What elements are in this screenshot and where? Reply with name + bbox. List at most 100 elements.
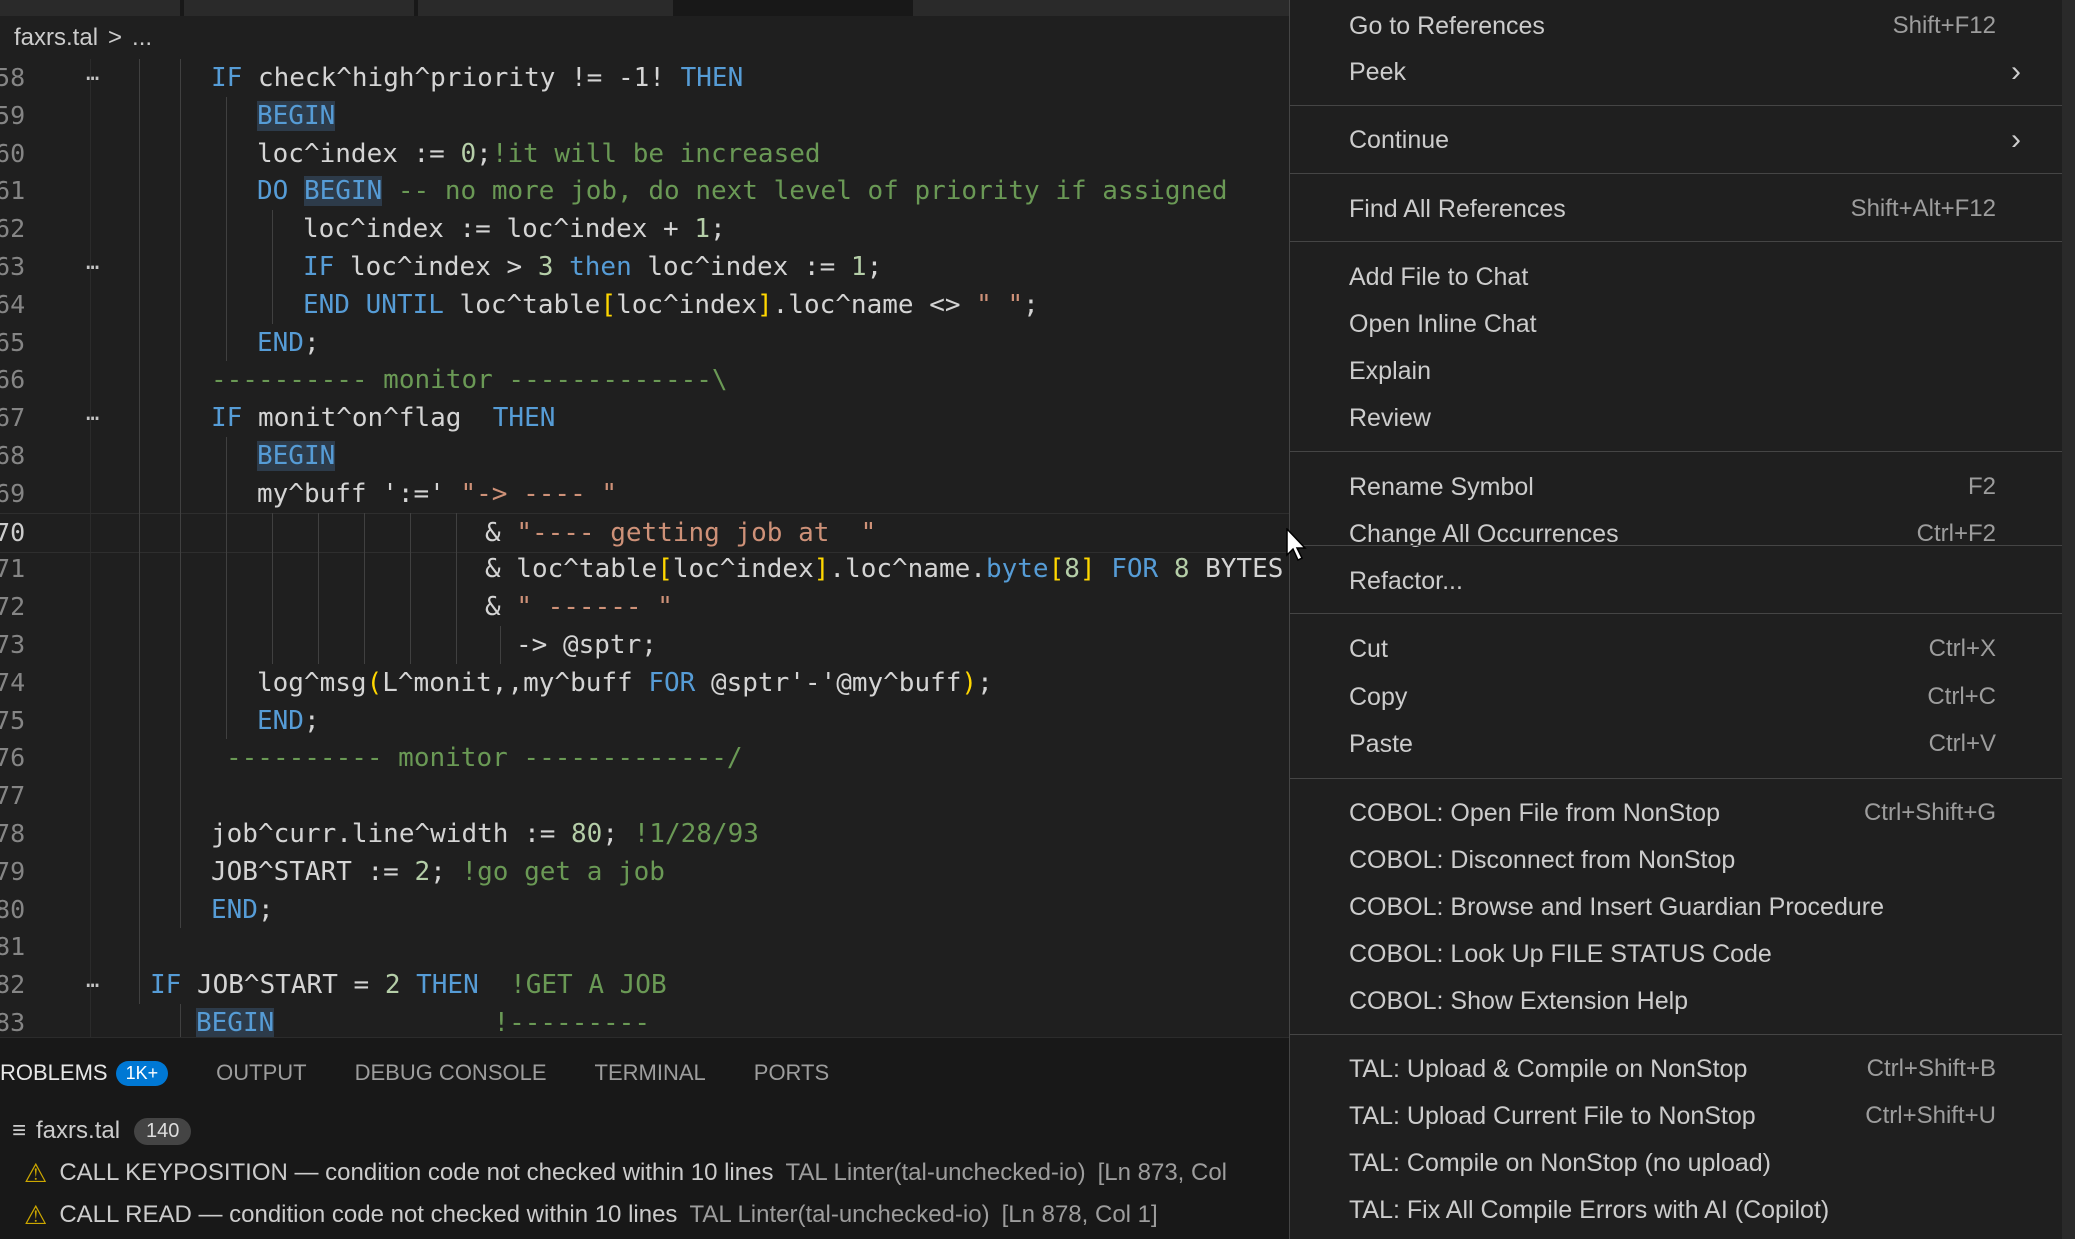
line-number: 166 [0,365,26,395]
code-line[interactable]: 166 ---------- monitor -------------\ [0,361,1289,399]
menu-item-cobol-open-file-from-nonstop[interactable]: COBOL: Open File from NonStop Ctrl+Shift+… [1290,790,2063,836]
menu-item-label: Open Inline Chat [1349,310,1537,338]
problem-source: TAL Linter(tal-unchecked-io) [689,1201,990,1228]
menu-item-cobol-show-extension-help[interactable]: COBOL: Show Extension Help [1290,978,2063,1024]
code-line[interactable]: 160 loc^index := 0;!it will be increased [0,135,1289,173]
problems-count-badge: 1K+ [115,1060,169,1086]
line-number: 170 [0,517,26,547]
menu-item-change-all-occurrences[interactable]: Change All Occurrences Ctrl+F2 [1290,511,2063,557]
code-line[interactable]: 179 JOB^START := 2; !go get a job [0,853,1289,891]
code-line[interactable]: 176 ---------- monitor -------------/ [0,739,1289,777]
tab-debug-console[interactable]: DEBUG CONSOLE [355,1060,547,1086]
line-number: 182 [0,970,26,1000]
menu-item-label: TAL: Upload & Compile on NonStop [1349,1055,1748,1083]
code-text: & " ------ " [485,592,673,623]
code-line[interactable]: 175 END; [0,702,1289,740]
code-line[interactable]: 167 IF monit^on^flag THEN [0,399,1289,437]
fold-ellipsis-icon[interactable]: … [86,966,99,996]
menu-item-cobol-browse-and-insert-guardian-procedure[interactable]: COBOL: Browse and Insert Guardian Proced… [1290,884,2063,930]
tab-ports[interactable]: PORTS [754,1060,829,1086]
problem-message: CALL KEYPOSITION — condition code not ch… [59,1159,774,1186]
line-number: 176 [0,743,26,773]
code-text: BEGIN [257,100,336,131]
code-line[interactable]: 162 loc^index := loc^index + 1; [0,210,1289,248]
code-line[interactable]: 173 -> @sptr; [0,626,1289,664]
menu-item-cobol-look-up-file-status-code[interactable]: COBOL: Look Up FILE STATUS Code [1290,931,2063,977]
menu-item-label: COBOL: Show Extension Help [1349,987,1689,1015]
code-line[interactable]: 171 & loc^table[loc^index].loc^name.byte[… [0,550,1289,588]
menu-item-explain[interactable]: Explain [1290,348,2063,394]
problem-message: CALL READ — condition code not checked w… [59,1201,678,1228]
code-line[interactable]: 165 END; [0,324,1289,362]
code-text: DO BEGIN -- no more job, do next level o… [257,176,1228,207]
code-line[interactable]: 163 IF loc^index > 3 then loc^index := 1; [0,248,1289,286]
menu-item-tal-upload-compile-on-nonstop[interactable]: TAL: Upload & Compile on NonStop Ctrl+Shi… [1290,1046,2063,1092]
code-line[interactable]: 180 END; [0,891,1289,929]
editor-tab[interactable] [0,0,180,16]
menu-item-shortcut: Ctrl+Shift+G [1863,799,1996,826]
line-number: 164 [0,289,26,319]
menu-item-open-inline-chat[interactable]: Open Inline Chat [1290,301,2063,347]
editor-tab[interactable] [913,0,1289,16]
code-line[interactable]: 183 BEGIN !--------- [0,1004,1289,1037]
menu-item-cut[interactable]: Cut Ctrl+X [1290,626,2063,672]
code-text: END; [257,705,320,736]
fold-ellipsis-icon[interactable]: … [86,399,99,429]
menu-item-find-all-references[interactable]: Find All References Shift+Alt+F12 [1290,186,2063,232]
code-line[interactable]: 159 BEGIN [0,97,1289,135]
context-menu-scrollbar[interactable] [2062,0,2075,1239]
fold-ellipsis-icon[interactable]: … [86,59,99,89]
code-editor[interactable]: 158 IF check^high^priority != -1! THEN 159… [0,59,1289,1037]
line-number: 171 [0,554,26,584]
code-line[interactable]: 177 [0,777,1289,815]
menu-item-rename-symbol[interactable]: Rename Symbol F2 [1290,464,2063,510]
code-text: END; [211,894,274,925]
menu-item-continue[interactable]: Continue › [1290,117,2063,163]
fold-ellipsis-icon[interactable]: … [86,248,99,278]
indent-guide [500,626,501,664]
editor-tab[interactable] [184,0,414,16]
menu-item-label: COBOL: Browse and Insert Guardian Proced… [1349,893,1884,921]
menu-item-tal-fix-all-compile-errors-with-ai-copilot[interactable]: TAL: Fix All Compile Errors with AI (Cop… [1290,1187,2063,1233]
code-line[interactable]: 169 my^buff ':=' "-> ---- " [0,475,1289,513]
code-line[interactable]: 168 BEGIN [0,437,1289,475]
problems-list: ≡ faxrs.tal 140 ⚠ CALL KEYPOSITION — con… [0,1110,1289,1236]
menu-item-add-file-to-chat[interactable]: Add File to Chat [1290,254,2063,300]
code-line[interactable]: 181 [0,928,1289,966]
line-number: 162 [0,214,26,244]
tab-terminal[interactable]: TERMINAL [595,1060,706,1086]
menu-item-peek[interactable]: Peek › [1290,49,2063,95]
code-line[interactable]: 158 IF check^high^priority != -1! THEN [0,59,1289,97]
menu-item-label: Paste [1349,730,1413,758]
code-line[interactable]: 172 & " ------ " [0,588,1289,626]
menu-item-copy[interactable]: Copy Ctrl+C [1290,674,2063,720]
editor-tab[interactable] [418,0,673,16]
problem-item[interactable]: ⚠ CALL KEYPOSITION — condition code not … [0,1152,1289,1194]
code-line[interactable]: 182 IF JOB^START = 2 THEN !GET A JOB [0,966,1289,1004]
breadcrumb-file[interactable]: faxrs.tal [14,24,98,52]
indent-guide [139,59,140,1004]
menu-item-paste[interactable]: Paste Ctrl+V [1290,721,2063,767]
code-text: loc^index := 0;!it will be increased [257,138,821,169]
tab-problems[interactable]: ROBLEMS 1K+ [0,1060,169,1086]
menu-item-review[interactable]: Review [1290,395,2063,441]
code-text: loc^index := loc^index + 1; [303,214,726,245]
menu-item-tal-compile-on-nonstop-no-upload[interactable]: TAL: Compile on NonStop (no upload) [1290,1140,2063,1186]
menu-item-refactor[interactable]: Refactor... [1290,558,2063,604]
menu-item-label: Find All References [1349,195,1566,223]
code-line[interactable]: 174 log^msg(L^monit,,my^buff FOR @sptr'-'… [0,664,1289,702]
menu-item-go-to-references[interactable]: Go to References Shift+F12 [1290,3,2063,49]
problem-item[interactable]: ⚠ CALL READ — condition code not checked… [0,1194,1289,1236]
code-line[interactable]: 170 & "---- getting job at " [0,512,1289,553]
code-line[interactable]: 164 END UNTIL loc^table[loc^index].loc^na… [0,286,1289,324]
code-line[interactable]: 178 job^curr.line^width := 80; !1/28/93 [0,815,1289,853]
problems-file-row[interactable]: ≡ faxrs.tal 140 [0,1110,1289,1152]
menu-item-label: Peek [1349,58,1406,86]
tab-output[interactable]: OUTPUT [216,1060,306,1086]
code-text: -> @sptr; [516,630,657,660]
code-line[interactable]: 161 DO BEGIN -- no more job, do next leve… [0,172,1289,210]
breadcrumb-rest[interactable]: ... [132,24,152,52]
menu-item-tal-upload-current-file-to-nonstop[interactable]: TAL: Upload Current File to NonStop Ctrl+… [1290,1093,2063,1139]
line-number: 165 [0,327,26,357]
menu-item-cobol-disconnect-from-nonstop[interactable]: COBOL: Disconnect from NonStop [1290,837,2063,883]
